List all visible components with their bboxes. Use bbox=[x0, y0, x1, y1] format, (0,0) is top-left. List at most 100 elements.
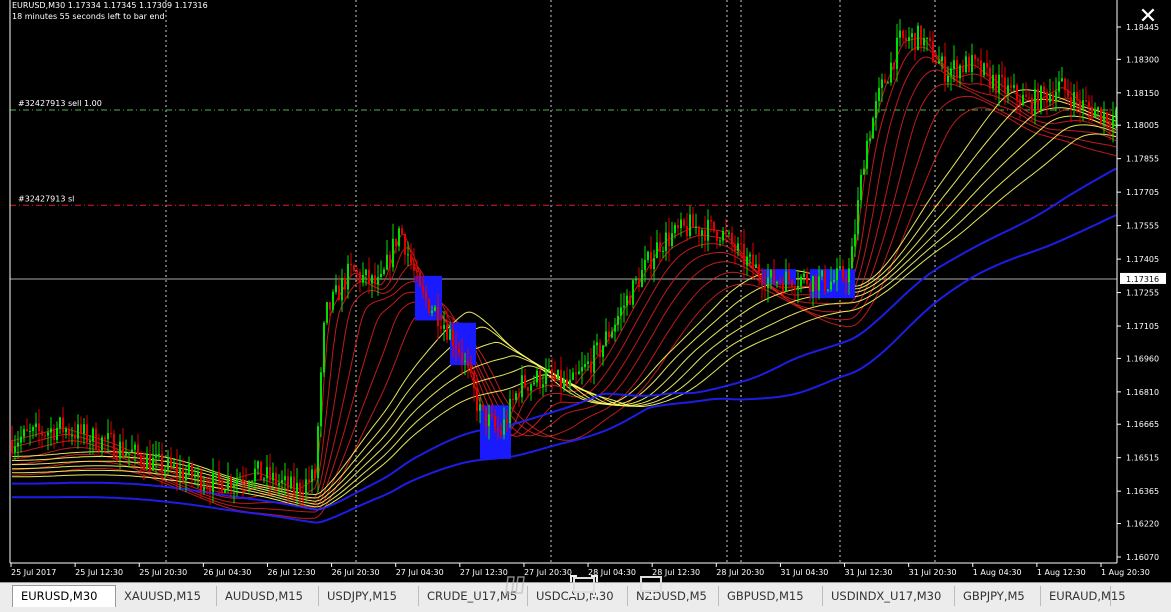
screenshot-icon[interactable] bbox=[636, 573, 668, 599]
candle-body bbox=[416, 270, 418, 273]
candle-body bbox=[740, 243, 742, 245]
candle-body bbox=[338, 285, 340, 301]
candle-body bbox=[983, 63, 985, 76]
candle-body bbox=[83, 424, 85, 434]
fullscreen-icon[interactable] bbox=[568, 573, 600, 599]
candle-body bbox=[224, 490, 226, 493]
candle-body bbox=[872, 118, 874, 139]
candle-body bbox=[425, 291, 427, 300]
candle-body bbox=[101, 437, 103, 451]
chart-tab[interactable]: AUDUSD,M15 bbox=[217, 586, 319, 606]
candle-body bbox=[551, 369, 553, 377]
candle-body bbox=[143, 463, 145, 470]
candles bbox=[11, 19, 1117, 507]
candle-body bbox=[638, 279, 640, 288]
candle-body bbox=[362, 274, 364, 283]
candle-body bbox=[59, 417, 61, 429]
candle-body bbox=[470, 366, 472, 373]
candle-body bbox=[488, 414, 490, 427]
candle-body bbox=[1103, 112, 1105, 123]
candle-body bbox=[728, 232, 730, 234]
candle-body bbox=[1058, 81, 1060, 92]
candle-body bbox=[296, 482, 298, 494]
candle-body bbox=[956, 60, 958, 79]
candle-body bbox=[674, 224, 676, 234]
chart-tab[interactable]: XAUUSD,M15 bbox=[116, 586, 217, 606]
candle-body bbox=[1025, 94, 1027, 98]
candle-body bbox=[758, 264, 760, 277]
candle-body bbox=[14, 446, 16, 453]
candle-body bbox=[1109, 122, 1111, 128]
candle-body bbox=[677, 224, 679, 229]
chart-tab[interactable]: USDINDX_U17,M30 bbox=[823, 586, 955, 606]
candle-body bbox=[11, 440, 13, 453]
candle-body bbox=[1022, 94, 1024, 105]
candle-body bbox=[302, 493, 304, 495]
candle-body bbox=[89, 441, 91, 443]
time-tick-label: 1 Aug 12:30 bbox=[1037, 568, 1086, 577]
candle-body bbox=[17, 442, 19, 447]
candle-body bbox=[608, 331, 610, 338]
candle-body bbox=[185, 474, 187, 481]
candle-body bbox=[341, 277, 343, 301]
candle-body bbox=[584, 364, 586, 368]
candle-body bbox=[734, 243, 736, 251]
candle-body bbox=[404, 233, 406, 255]
chart-tab[interactable]: USDJPY,M15 bbox=[319, 586, 419, 606]
candle-body bbox=[986, 63, 988, 68]
candle-body bbox=[803, 273, 805, 277]
price-chart[interactable]: #32427913 sell 1.00#32427913 sl1.184451.… bbox=[0, 0, 1171, 581]
candle-body bbox=[941, 56, 943, 61]
candle-body bbox=[1019, 99, 1021, 105]
chart-tab[interactable]: EURUSD,M30 bbox=[12, 585, 116, 607]
candle-body bbox=[1070, 96, 1072, 108]
candle-body bbox=[50, 428, 52, 433]
candle-body bbox=[971, 55, 973, 73]
candle-body bbox=[443, 325, 445, 329]
candle-body bbox=[926, 37, 928, 39]
candle-body bbox=[227, 477, 229, 491]
chart-tab[interactable]: EURAUD,M15 bbox=[1041, 586, 1126, 606]
candle-body bbox=[320, 372, 322, 427]
candle-body bbox=[383, 269, 385, 274]
candle-body bbox=[656, 242, 658, 259]
candle-body bbox=[989, 67, 991, 89]
candle-body bbox=[884, 79, 886, 84]
candle-body bbox=[104, 437, 106, 440]
candle-body bbox=[890, 62, 892, 83]
candle-body bbox=[173, 464, 175, 467]
candle-body bbox=[755, 264, 757, 269]
candle-body bbox=[350, 263, 352, 266]
close-icon[interactable]: ✕ bbox=[1137, 6, 1159, 28]
candle-body bbox=[605, 331, 607, 346]
candle-body bbox=[848, 268, 850, 283]
zoom-out-icon[interactable] bbox=[502, 573, 534, 599]
candle-body bbox=[110, 433, 112, 435]
price-tick-label: 1.17255 bbox=[1126, 289, 1159, 298]
candle-body bbox=[974, 55, 976, 60]
candle-body bbox=[968, 56, 970, 73]
chart-tab[interactable]: GBPUSD,M15 bbox=[719, 586, 823, 606]
candle-body bbox=[308, 479, 310, 483]
candle-body bbox=[191, 463, 193, 478]
time-tick-label: 31 Jul 04:30 bbox=[780, 568, 828, 577]
candle-body bbox=[653, 258, 655, 270]
candle-body bbox=[53, 428, 55, 440]
candle-body bbox=[938, 60, 940, 64]
candle-body bbox=[140, 454, 142, 464]
candle-body bbox=[785, 271, 787, 292]
chart-area[interactable]: #32427913 sell 1.00 #32427913 sl 1.18445 1.… bbox=[0, 0, 1171, 581]
moving-average-line bbox=[11, 69, 1117, 504]
candle-body bbox=[419, 272, 421, 287]
candle-body bbox=[74, 435, 76, 439]
chart-tab[interactable]: GBPJPY,M5 bbox=[955, 586, 1041, 606]
candle-body bbox=[962, 65, 964, 73]
candle-body bbox=[590, 361, 592, 373]
candle-body bbox=[1073, 91, 1075, 108]
candle-body bbox=[686, 225, 688, 237]
time-tick-label: 26 Jul 20:30 bbox=[332, 568, 380, 577]
candle-body bbox=[593, 345, 595, 373]
candle-body bbox=[548, 369, 550, 371]
candle-body bbox=[1046, 92, 1048, 103]
candle-body bbox=[422, 286, 424, 292]
